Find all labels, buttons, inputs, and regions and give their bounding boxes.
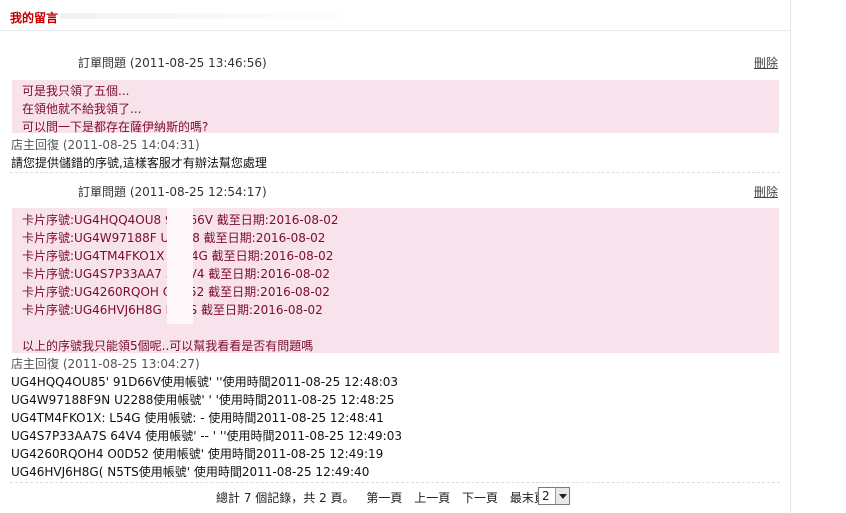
page-select-value: 2 [542, 489, 550, 503]
message-2-time: (2011-08-25 12:54:17) [129, 185, 267, 199]
message-2-delete-link[interactable]: 刪除 [754, 183, 778, 200]
message-2-reply-header: 店主回復 (2011-08-25 13:04:27) [11, 355, 200, 372]
message-2-header: 訂單問題 (2011-08-25 12:54:17) [78, 183, 267, 200]
pagination-summary: 總計 7 個記錄，共 2 頁。 [216, 491, 355, 505]
reply-label: 店主回復 [11, 138, 60, 152]
message-2-reply-line: UG4260RQOH4 O0D52 使用帳號' 使用時間2011-08-25 1… [11, 447, 384, 461]
message-1-subject: 訂單問題 [78, 56, 127, 70]
message-1-line: 可是我只領了五個... [22, 84, 130, 98]
message-1-line: 在領他就不給我領了... [22, 102, 142, 116]
page-select[interactable]: 2 [538, 487, 570, 505]
message-1-reply-line: 請您提供儲錯的序號,這樣客服才有辦法幫您處理 [11, 156, 267, 170]
page-title: 我的留言 [10, 11, 59, 25]
reply-label: 店主回復 [11, 357, 60, 371]
header-decoration [60, 13, 380, 19]
message-divider [10, 172, 780, 173]
message-1-time: (2011-08-25 13:46:56) [129, 56, 267, 70]
first-page-link[interactable]: 第一頁 [366, 491, 402, 505]
message-2-reply-line: UG4HQQ4OU85' 91D66V使用帳號' ''使用時間2011-08-2… [11, 375, 399, 389]
message-2-reply-line: UG4S7P33AA7S 64V4 使用帳號' -- ' ''使用時間2011-… [11, 429, 402, 443]
redaction-mask [167, 208, 193, 324]
message-2-reply-line: UG4W97188F9N U2288使用帳號' ' '使用時間2011-08-2… [11, 393, 395, 407]
message-1-delete-link[interactable]: 刪除 [754, 54, 778, 71]
reply-time: (2011-08-25 14:04:31) [62, 138, 200, 152]
message-1-header: 訂單問題 (2011-08-25 13:46:56) [78, 54, 267, 71]
next-page-link[interactable]: 下一頁 [462, 491, 498, 505]
message-1-line: 可以問一下是都存在薩伊納斯的嗎? [22, 120, 209, 134]
message-divider [10, 482, 780, 483]
message-2-subject: 訂單問題 [78, 185, 127, 199]
message-panel: 我的留言 訂單問題 (2011-08-25 13:46:56) 刪除 可是我只領… [0, 0, 791, 513]
prev-page-link[interactable]: 上一頁 [414, 491, 450, 505]
header-bar: 我的留言 [0, 0, 790, 31]
message-2-line: 以上的序號我只能領5個呢..可以幫我看看是否有問題嗎 [22, 339, 314, 353]
message-2-reply-line: UG4TM4FKO1X: L54G 使用帳號: - 使用時間2011-08-25… [11, 411, 384, 425]
message-1-body: 可是我只領了五個... 在領他就不給我領了... 可以問一下是都存在薩伊納斯的嗎… [12, 80, 779, 134]
message-2-body: 卡片序號:UG4HQQ4OU8 91D66V 截至日期:2016-08-02 卡… [12, 208, 779, 353]
chevron-down-icon[interactable] [555, 488, 569, 504]
pagination: 總計 7 個記錄，共 2 頁。 第一頁 上一頁 下一頁 最末頁 [216, 489, 546, 506]
message-1-reply-header: 店主回復 (2011-08-25 14:04:31) [11, 136, 200, 153]
message-2-reply-line: UG46HVJ6H8G( N5TS使用帳號' 使用時間2011-08-25 12… [11, 465, 370, 479]
reply-time: (2011-08-25 13:04:27) [62, 357, 200, 371]
